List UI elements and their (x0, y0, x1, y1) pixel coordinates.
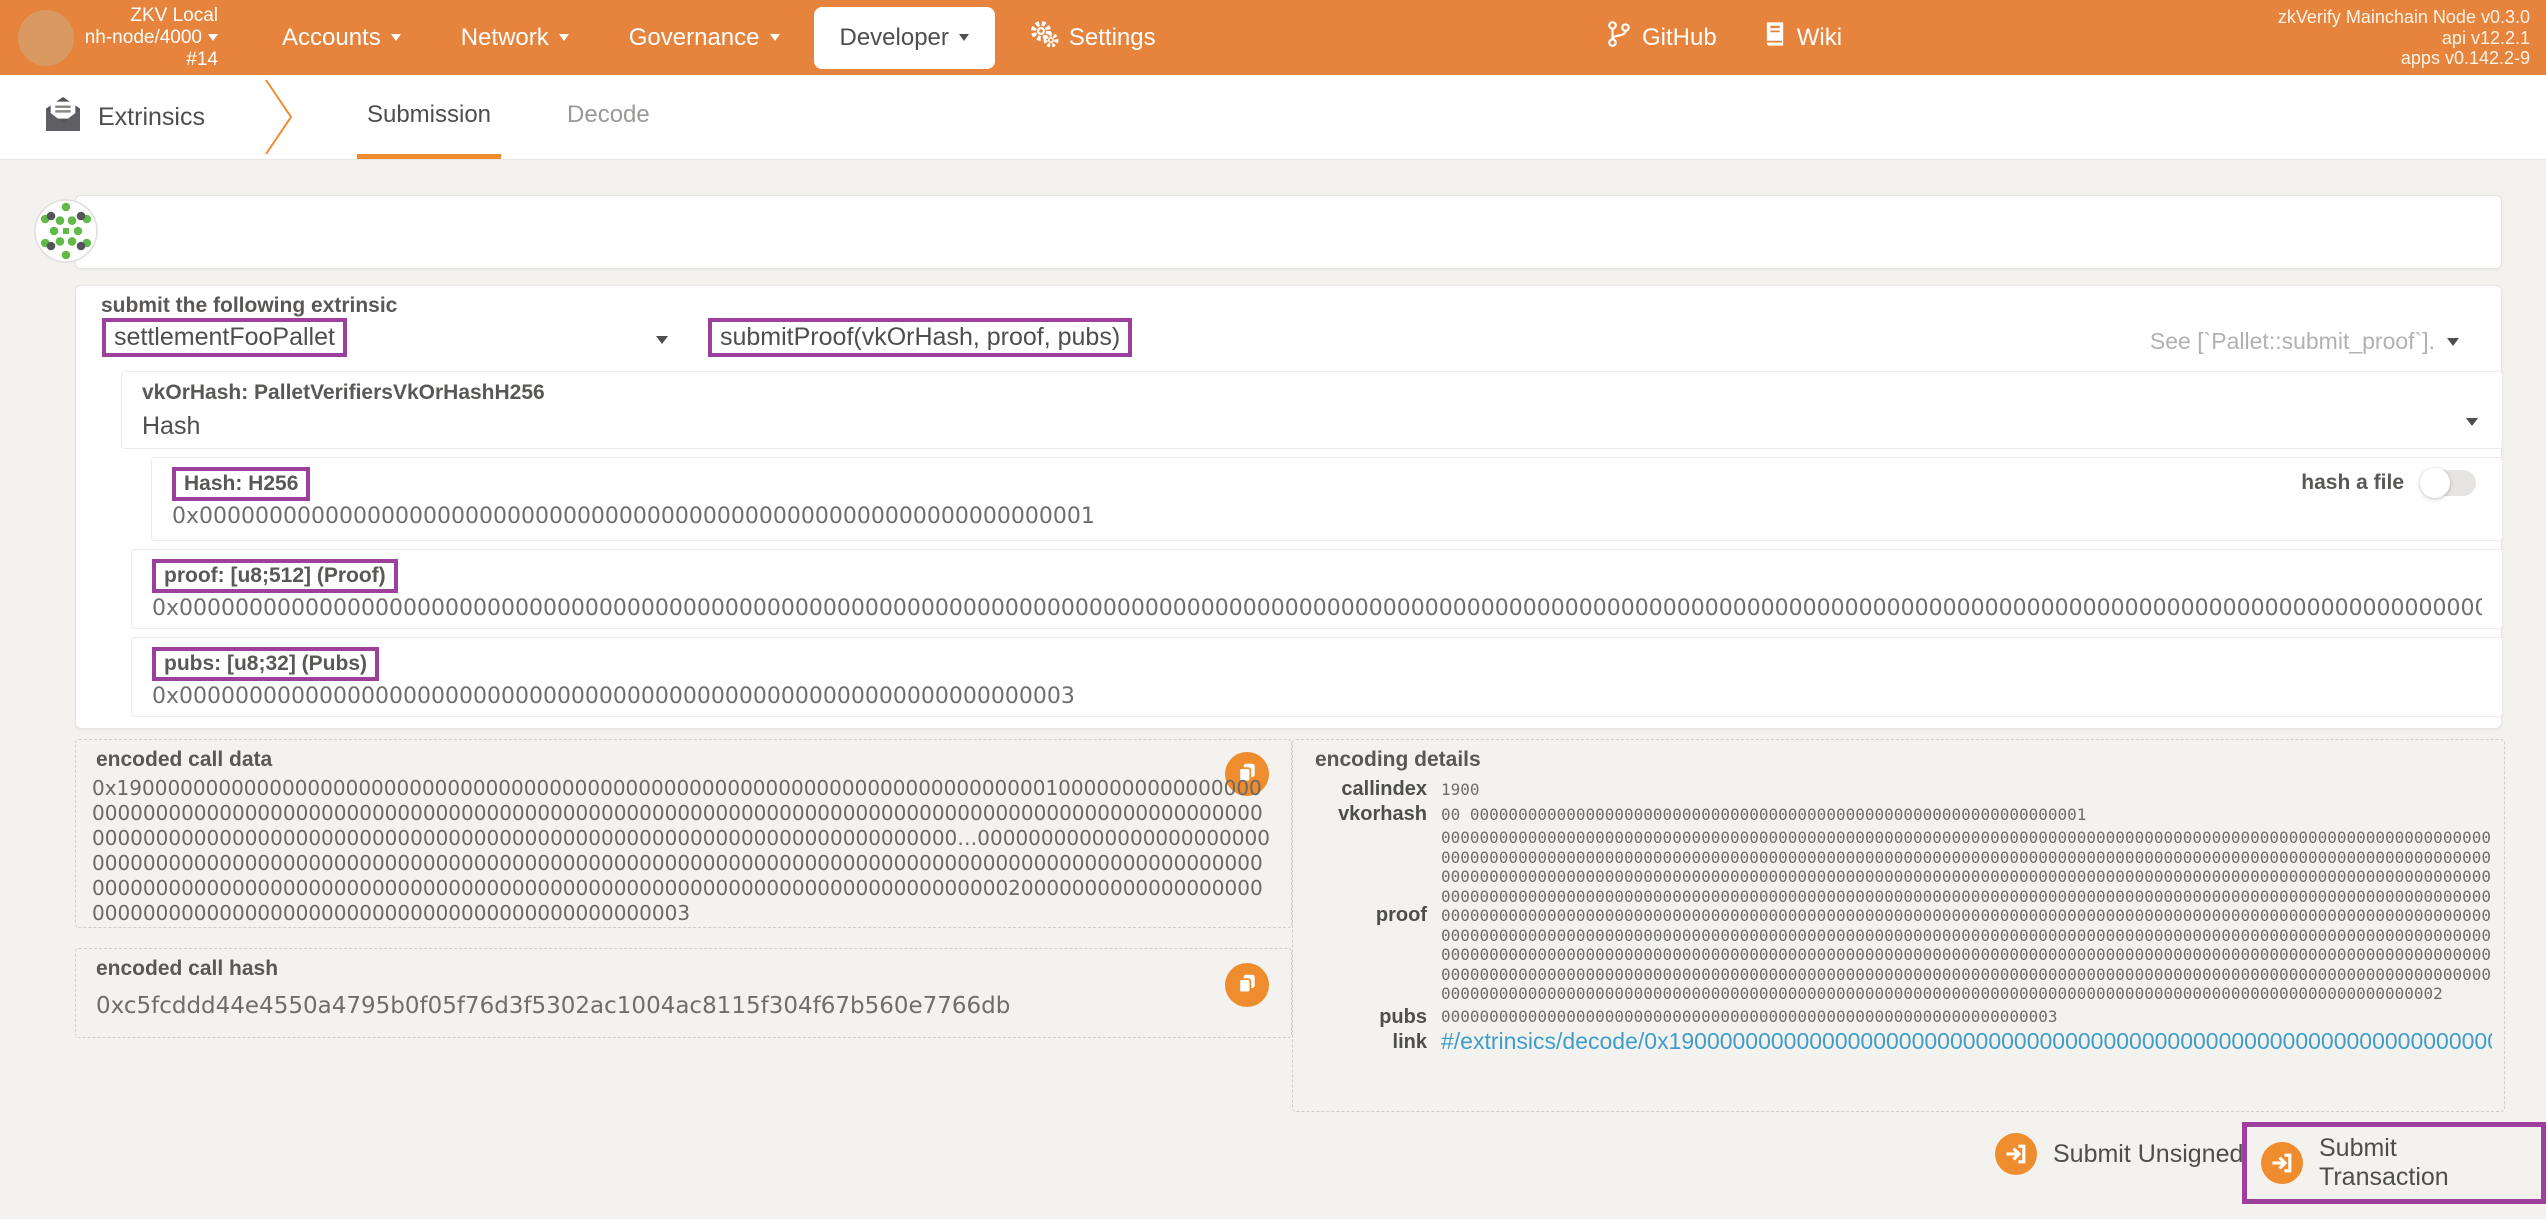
envelope-icon (44, 96, 82, 138)
app-window: ZKV Local nh-node/4000 #14 Accounts Netw… (0, 0, 2546, 1219)
chevron-down-icon (769, 34, 780, 41)
proof-label: proof: [u8;512] (Proof) (152, 559, 398, 593)
api-version: api v12.2.1 (2441, 27, 2530, 48)
encoded-call-hash-card: encoded call hash 0xc5fcddd44e4550a4795b… (75, 948, 1292, 1038)
chain-logo[interactable] (18, 9, 74, 66)
book-icon (1763, 20, 1787, 55)
hash-a-file-label: hash a file (2301, 471, 2404, 494)
pubs-input[interactable]: 0x00000000000000000000000000000000000000… (152, 684, 2482, 709)
hash-a-file-toggle[interactable] (2420, 468, 2476, 498)
account-identicon[interactable] (34, 199, 98, 268)
extrinsic-label: submit the following extrinsic (101, 294, 398, 317)
param-pubs: pubs: [u8;32] (Pubs) 0x00000000000000000… (131, 637, 2503, 717)
chevron-down-icon (390, 34, 401, 41)
tab-bar: Extrinsics Submission Decode (0, 75, 2546, 160)
method-dropdown[interactable]: submitProof(vkOrHash, proof, pubs) (708, 318, 1133, 357)
git-branch-icon (1606, 20, 1632, 55)
brand-block: ZKV Local nh-node/4000 #14 (0, 5, 218, 71)
hash-a-file: hash a file (2301, 468, 2476, 498)
pubs-label: pubs: [u8;32] (Pubs) (152, 647, 379, 681)
wiki-link[interactable]: Wiki (1763, 20, 1842, 55)
tab-decode[interactable]: Decode (557, 75, 660, 159)
param-vkorhash: vkOrHash: PalletVerifiersVkOrHashH256 Ha… (121, 371, 2503, 449)
apps-version: apps v0.142.2-9 (2400, 48, 2530, 68)
encoded-call-data-label: encoded call data (96, 748, 273, 771)
chevron-down-icon[interactable] (2466, 418, 2478, 426)
chevron-down-icon (208, 34, 218, 41)
chevron-down-icon (958, 34, 969, 41)
tab-submission[interactable]: Submission (356, 75, 502, 159)
node-name: nh-node/4000 (84, 26, 202, 48)
param-proof: proof: [u8;512] (Proof) 0x00000000000000… (131, 549, 2503, 629)
copy-icon (1236, 972, 1258, 999)
main-menu: Accounts Network Governance Developer Se… (252, 0, 1186, 75)
encoded-call-hash-value: 0xc5fcddd44e4550a4795b0f05f76d3f5302ac10… (96, 993, 1011, 1019)
submit-transaction-button[interactable]: Submit Transaction (2242, 1122, 2546, 1204)
tabs: Submission Decode (356, 75, 716, 159)
pallet-dropdown[interactable]: settlementFooPallet (102, 318, 347, 357)
decode-link[interactable]: #/extrinsics/decode/0x190000000000000000… (1441, 1032, 2492, 1052)
toggle-knob (2420, 468, 2450, 498)
menu-network[interactable]: Network (431, 0, 599, 75)
section-title: Extrinsics (44, 75, 205, 159)
encoding-details-rows: callindex 1900 vkorhash 00 0000000000000… (1301, 776, 2492, 1056)
encoding-details-label: encoding details (1315, 748, 1481, 771)
gears-icon (1029, 19, 1059, 56)
encoding-row-proof: proof 0000000000000000000000000000000000… (1375, 828, 2491, 1003)
chevron-down-icon (2447, 337, 2459, 346)
vkorhash-select-value[interactable]: Hash (142, 412, 200, 441)
submit-unsigned-button[interactable]: Submit Unsigned (1995, 1133, 2243, 1175)
chevron-down-icon (656, 336, 668, 344)
breadcrumb-chevron (265, 79, 293, 155)
menu-developer[interactable]: Developer (813, 6, 995, 69)
extrinsic-card: submit the following extrinsic settlemen… (75, 285, 2503, 729)
encoded-call-hash-label: encoded call hash (96, 957, 279, 980)
encoding-row-callindex: callindex 1900 (1341, 778, 1480, 800)
copy-call-hash-button[interactable] (1225, 963, 1269, 1007)
sign-in-icon (1995, 1133, 2037, 1175)
menu-accounts[interactable]: Accounts (252, 0, 431, 75)
encoding-row-link: link #/extrinsics/decode/0x1900000000000… (1301, 1031, 2492, 1054)
chain-info[interactable]: ZKV Local nh-node/4000 #14 (80, 5, 218, 71)
menu-governance[interactable]: Governance (599, 0, 810, 75)
top-nav-bar: ZKV Local nh-node/4000 #14 Accounts Netw… (0, 0, 2546, 75)
vkorhash-label: vkOrHash: PalletVerifiersVkOrHashH256 (142, 381, 545, 404)
proof-input[interactable]: 0x00000000000000000000000000000000000000… (152, 596, 2482, 621)
encoded-call-data-value: 0x19000000000000000000000000000000000000… (92, 776, 1270, 925)
hash-label: Hash: H256 (172, 467, 311, 501)
node-version: zkVerify Mainchain Node v0.3.0 (2277, 7, 2530, 27)
account-selector-card[interactable]: using the selected account ALICE free ba… (75, 195, 2502, 462)
chain-name: ZKV Local (130, 4, 218, 26)
param-hash: Hash: H256 hash a file 0x000000000000000… (151, 457, 2503, 541)
encoded-call-data-card: encoded call data 0x19000000000000000000… (75, 739, 1292, 928)
section-title-label: Extrinsics (98, 102, 205, 131)
github-link[interactable]: GitHub (1606, 20, 1717, 55)
method-doc[interactable]: See [`Pallet::submit_proof`]. (2150, 328, 2459, 355)
encoding-details-card: encoding details callindex 1900 vkorhash… (1292, 739, 2505, 1112)
encoding-row-pubs: pubs 00000000000000000000000000000000000… (1379, 1005, 2058, 1028)
encoding-row-vkorhash: vkorhash 00 0000000000000000000000000000… (1338, 803, 2087, 825)
hash-input[interactable]: 0x00000000000000000000000000000000000000… (172, 504, 2482, 529)
version-info: zkVerify Mainchain Node v0.3.0 api v12.2… (2278, 7, 2530, 69)
chevron-down-icon (558, 34, 569, 41)
external-links: GitHub Wiki (1606, 0, 1842, 75)
block-number: #14 (186, 48, 218, 70)
sign-in-icon (2261, 1142, 2303, 1184)
menu-settings[interactable]: Settings (999, 0, 1186, 75)
